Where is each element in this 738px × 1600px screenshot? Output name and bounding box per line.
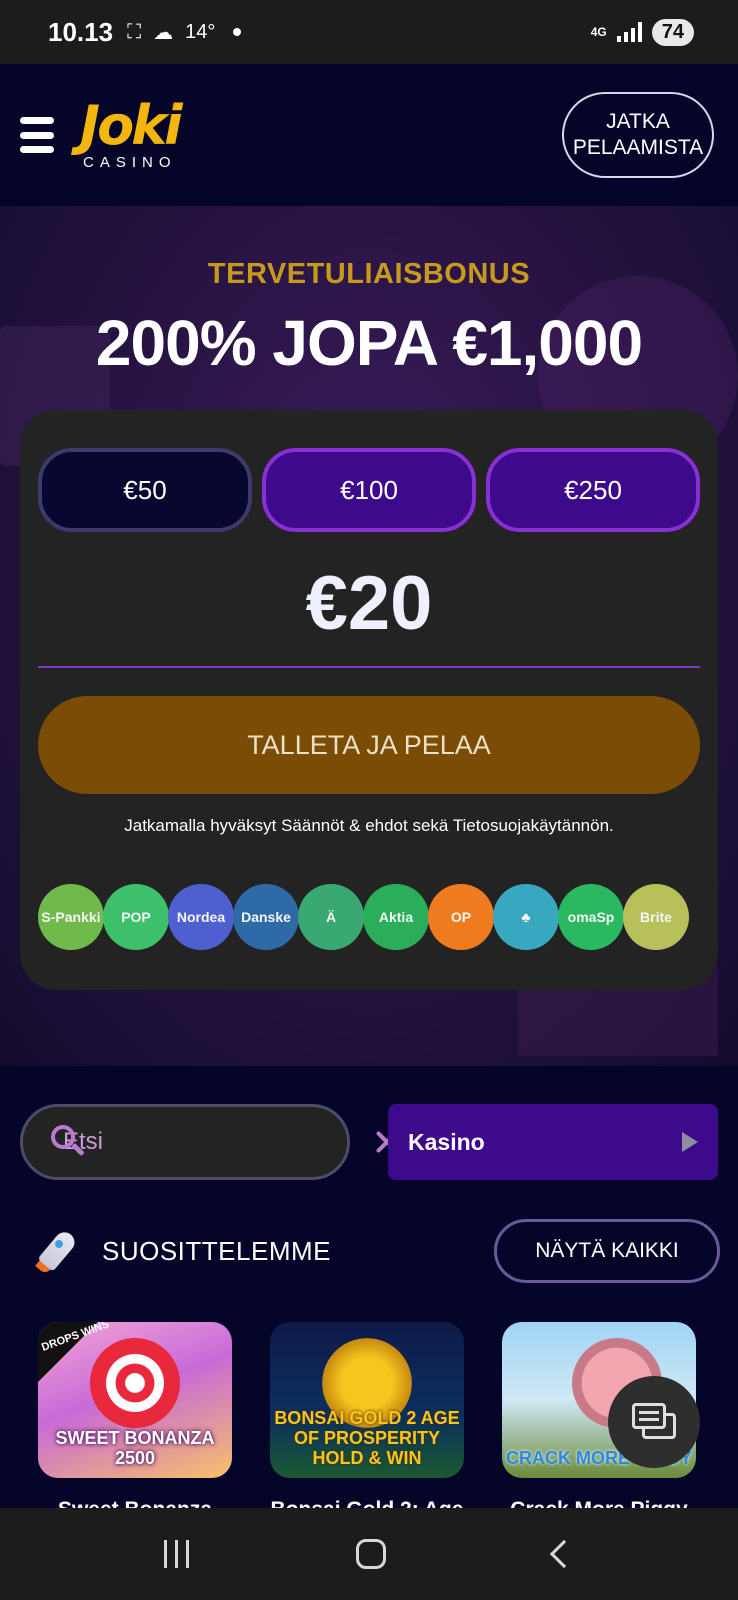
bank-logo-nordea[interactable]: Nordea xyxy=(168,884,234,950)
menu-icon[interactable] xyxy=(20,115,54,155)
game-thumbnail[interactable]: DROPS WINS SWEET BONANZA 2500 xyxy=(38,1322,232,1478)
bank-logo-alandsbanken[interactable]: Ä xyxy=(298,884,364,950)
terms-text: Jatkamalla hyväksyt Säännöt & ehdot sekä… xyxy=(124,816,614,835)
play-arrow-icon xyxy=(682,1132,698,1152)
amount-underline xyxy=(38,666,700,668)
bank-logo-s-pankki[interactable]: S-Pankki xyxy=(38,884,104,950)
status-bar: 10.13 ⛶ ☁ 14° 4G 74 xyxy=(0,0,738,64)
status-temperature: 14° xyxy=(185,20,216,43)
live-chat-button[interactable] xyxy=(608,1376,700,1468)
game-list: DROPS WINS SWEET BONANZA 2500 Sweet Bona… xyxy=(38,1322,700,1514)
recent-apps-icon[interactable] xyxy=(163,1540,189,1568)
bonus-subtitle: TERVETULIAISBONUS xyxy=(207,258,531,290)
lollipop-art xyxy=(90,1338,180,1428)
bank-logo-danske[interactable]: Danske xyxy=(233,884,299,950)
screenshot-icon: ⛶ xyxy=(127,20,142,43)
section-title: SUOSITTELEMME xyxy=(102,1235,331,1266)
amount-options: €50 €100 €250 xyxy=(38,448,700,532)
amount-option-100[interactable]: €100 xyxy=(262,448,476,532)
battery-level: 74 xyxy=(651,18,694,46)
chat-icon xyxy=(632,1403,676,1441)
bank-logo-saastopankki[interactable]: ♣ xyxy=(493,884,559,950)
game-thumbnail[interactable]: BONSAI GOLD 2 AGE OF PROSPERITY HOLD & W… xyxy=(270,1322,464,1478)
system-nav-bar xyxy=(0,1508,738,1600)
bank-logo-aktia[interactable]: Aktia xyxy=(363,884,429,950)
site-header: Joki CASINO JATKA PELAAMISTA xyxy=(0,64,738,206)
amount-option-50[interactable]: €50 xyxy=(38,448,252,532)
welcome-bonus-hero: TERVETULIAISBONUS 200% JOPA €1,000 €50 €… xyxy=(0,206,738,1066)
search-input[interactable] xyxy=(63,1128,373,1156)
logo-subtitle: CASINO xyxy=(83,153,177,171)
signal-icon xyxy=(616,22,642,42)
site-logo[interactable]: Joki CASINO xyxy=(80,93,183,171)
bank-logo-brite[interactable]: Brite xyxy=(623,884,689,950)
continue-playing-button[interactable]: JATKA PELAAMISTA xyxy=(562,92,714,178)
status-time: 10.13 xyxy=(48,16,114,47)
game-logo-text: SWEET BONANZA 2500 xyxy=(55,1428,215,1468)
amount-option-250[interactable]: €250 xyxy=(486,448,700,532)
deposit-amount-input[interactable]: €20 xyxy=(20,560,718,647)
bank-logo-pop[interactable]: POP xyxy=(103,884,169,950)
game-card[interactable]: BONSAI GOLD 2 AGE OF PROSPERITY HOLD & W… xyxy=(270,1322,464,1514)
cloud-icon: ☁ xyxy=(153,21,174,44)
network-type: 4G xyxy=(590,25,607,39)
bank-logos: S-Pankki POP Nordea Danske Ä Aktia OP ♣ … xyxy=(38,884,700,952)
home-icon[interactable] xyxy=(356,1539,387,1569)
category-label: Kasino xyxy=(408,1128,485,1155)
notification-dot-icon xyxy=(233,28,242,36)
game-card[interactable]: DROPS WINS SWEET BONANZA 2500 Sweet Bona… xyxy=(38,1322,232,1514)
back-icon[interactable] xyxy=(549,1539,579,1569)
search-box xyxy=(20,1104,399,1180)
deposit-card: €50 €100 €250 €20 TALLETA JA PELAA Jatka… xyxy=(20,410,718,990)
logo-wordmark: Joki xyxy=(80,93,183,157)
game-logo-text: BONSAI GOLD 2 AGE OF PROSPERITY HOLD & W… xyxy=(274,1408,460,1468)
bank-logo-omasp[interactable]: omaSp xyxy=(558,884,624,950)
bank-logo-op[interactable]: OP xyxy=(428,884,494,950)
bonus-title: 200% JOPA €1,000 xyxy=(95,307,643,379)
show-all-button[interactable]: NÄYTÄ KAIKKI xyxy=(494,1219,720,1283)
status-icons: ⛶ ☁ 14° xyxy=(127,20,242,45)
deposit-and-play-button[interactable]: TALLETA JA PELAA xyxy=(38,696,700,794)
recommended-header: SUOSITTELEMME NÄYTÄ KAIKKI xyxy=(34,1218,720,1284)
category-dropdown[interactable]: Kasino xyxy=(388,1104,718,1180)
rocket-icon xyxy=(34,1226,84,1276)
